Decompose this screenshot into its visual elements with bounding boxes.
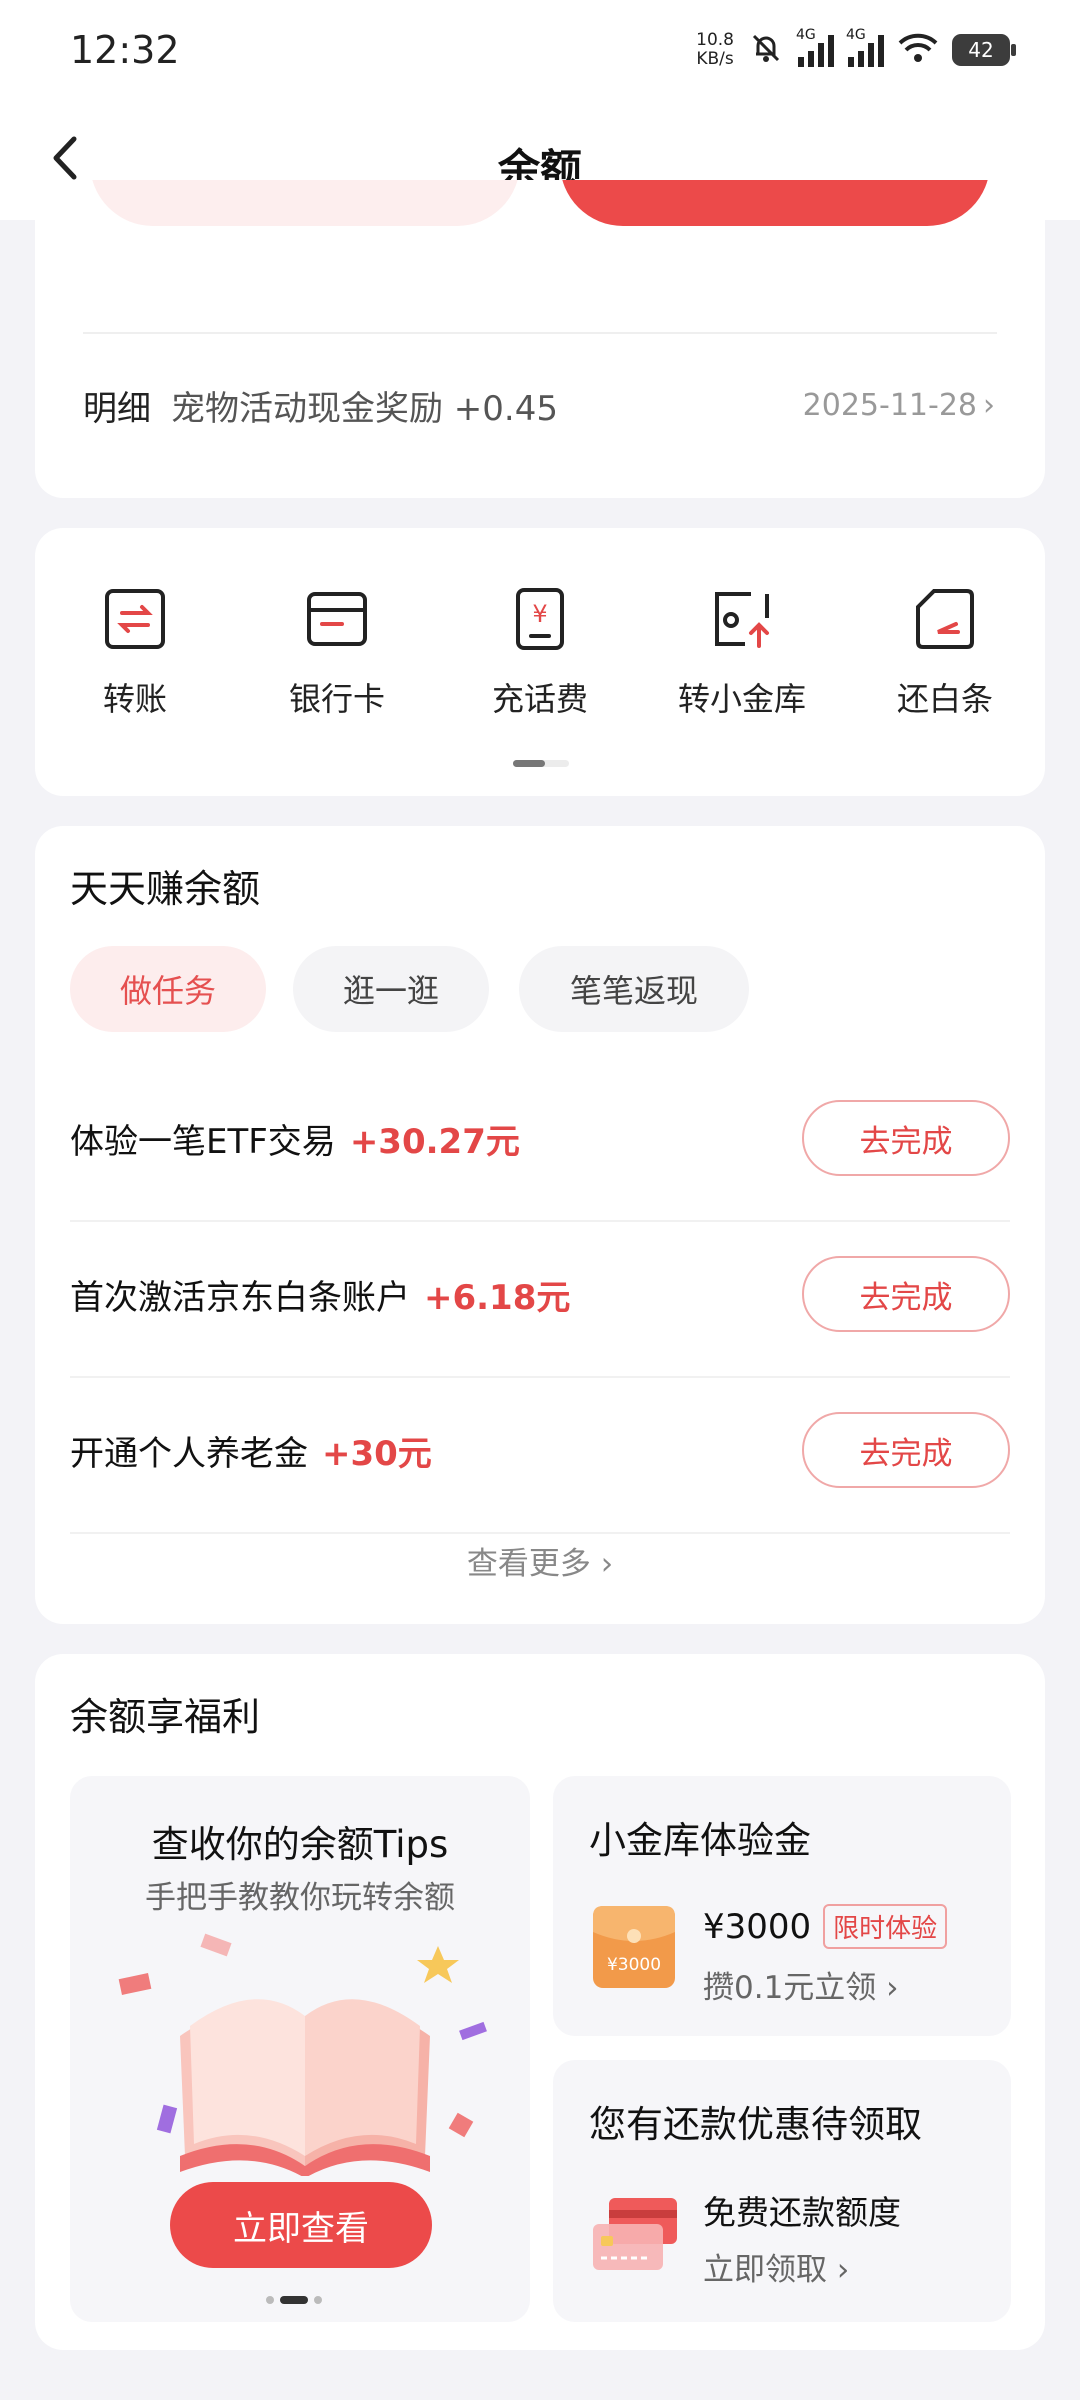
task-title: 首次激活京东白条账户 bbox=[70, 1278, 410, 1318]
network-speed-value: 10.8 bbox=[696, 30, 734, 50]
see-more-link[interactable]: 查看更多 › bbox=[35, 1538, 1045, 1583]
quick-action-label: 还白条 bbox=[896, 680, 993, 718]
task-name: 首次激活京东白条账户 +6.18元 bbox=[70, 1270, 570, 1319]
repay-title: 您有还款优惠待领取 bbox=[589, 2103, 922, 2146]
task-reward: +30.27元 bbox=[349, 1122, 520, 1162]
battery-level: 42 bbox=[968, 38, 994, 62]
repay-claim-text: 立即领取 bbox=[703, 2252, 827, 2288]
primary-action-button[interactable] bbox=[560, 180, 990, 226]
quick-action-bank-card[interactable]: 银行卡 bbox=[237, 588, 437, 720]
chevron-right-icon: › bbox=[886, 1970, 899, 2006]
status-bar: 12:32 10.8 KB/s 4G 4G 42 bbox=[0, 0, 1080, 100]
repay-coupon-card[interactable]: 您有还款优惠待领取 免费还款额度 立即领取 › bbox=[553, 2060, 1011, 2322]
vault-transfer-icon bbox=[715, 592, 769, 648]
detail-label: 明细 bbox=[83, 388, 151, 429]
phone-recharge-icon: ¥ bbox=[516, 588, 564, 650]
svg-text:¥: ¥ bbox=[532, 600, 547, 628]
transfer-icon bbox=[105, 589, 165, 649]
view-now-button[interactable]: 立即查看 bbox=[170, 2182, 432, 2268]
quick-action-repay[interactable]: 还白条 bbox=[845, 588, 1045, 720]
carousel-indicator bbox=[266, 2296, 322, 2304]
repay-line1: 免费还款额度 bbox=[703, 2193, 901, 2232]
mute-bell-icon bbox=[748, 30, 784, 70]
network-speed: 10.8 KB/s bbox=[696, 31, 734, 69]
tab-browse[interactable]: 逛一逛 bbox=[293, 946, 489, 1032]
tab-cashback[interactable]: 笔笔返现 bbox=[519, 946, 749, 1032]
signal-type-2: 4G bbox=[846, 27, 866, 43]
vault-sub-text: 攒0.1元立领 bbox=[703, 1970, 877, 2006]
status-time: 12:32 bbox=[70, 28, 180, 72]
page-indicator bbox=[513, 760, 569, 767]
vault-title: 小金库体验金 bbox=[589, 1819, 811, 1862]
tips-title: 查收你的余额Tips bbox=[151, 1823, 449, 1866]
chevron-right-icon: › bbox=[983, 387, 995, 423]
chevron-right-icon: › bbox=[836, 2252, 850, 2288]
bank-card-icon bbox=[307, 592, 367, 646]
section-title: 天天赚余额 bbox=[70, 867, 261, 911]
book-illustration bbox=[118, 1933, 487, 2176]
signal-strength-icon-2: 4G bbox=[846, 27, 884, 67]
detail-row[interactable]: 明细 宠物活动现金奖励 +0.45 2025-11-28 › bbox=[83, 380, 995, 430]
network-speed-unit: KB/s bbox=[696, 49, 734, 69]
secondary-action-button[interactable] bbox=[90, 180, 520, 226]
repay-claim: 立即领取 › bbox=[703, 2244, 849, 2289]
balance-card: 明细 宠物活动现金奖励 +0.45 2025-11-28 › bbox=[35, 180, 1045, 498]
quick-action-phone-recharge[interactable]: ¥ 充话费 bbox=[440, 588, 640, 720]
tab-tasks[interactable]: 做任务 bbox=[70, 946, 266, 1032]
battery-icon: 42 bbox=[952, 34, 1016, 66]
benefits-section: 余额享福利 查收你的余额Tips 手把手教教你玩转余额 立即查看 小金库体验金 … bbox=[35, 1654, 1045, 2350]
wifi-icon bbox=[898, 32, 938, 68]
limited-badge: 限时体验 bbox=[823, 1904, 948, 1949]
see-more-label: 查看更多 bbox=[466, 1546, 591, 1582]
vault-sub: 攒0.1元立领 › bbox=[703, 1962, 899, 2007]
detail-date: 2025-11-28 bbox=[802, 387, 977, 423]
signal-strength-icon: 4G bbox=[796, 27, 834, 67]
task-complete-button[interactable]: 去完成 bbox=[802, 1256, 1010, 1332]
task-reward: +30元 bbox=[322, 1434, 432, 1474]
task-name: 体验一笔ETF交易 +30.27元 bbox=[70, 1114, 520, 1163]
vault-amount: ¥3000 bbox=[703, 1906, 812, 1947]
chevron-right-icon: › bbox=[600, 1546, 614, 1582]
tips-subtitle: 手把手教教你玩转余额 bbox=[145, 1880, 455, 1916]
task-title: 体验一笔ETF交易 bbox=[70, 1122, 336, 1162]
task-row: 首次激活京东白条账户 +6.18元 去完成 bbox=[70, 1222, 1010, 1378]
quick-action-label: 充话费 bbox=[491, 680, 588, 718]
task-row: 开通个人养老金 +30元 去完成 bbox=[70, 1378, 1010, 1534]
signal-type-1: 4G bbox=[796, 27, 816, 43]
quick-actions: 转账 银行卡 ¥ 充话费 转小金库 还白条 bbox=[35, 528, 1045, 796]
task-name: 开通个人养老金 +30元 bbox=[70, 1426, 432, 1475]
divider bbox=[83, 332, 997, 334]
task-title: 开通个人养老金 bbox=[70, 1434, 308, 1474]
vault-trial-card[interactable]: 小金库体验金 ¥3000 ¥3000 限时体验 攒0.1元立领 › bbox=[553, 1776, 1011, 2036]
red-envelope-icon: ¥3000 bbox=[593, 1906, 675, 1988]
task-reward: +6.18元 bbox=[424, 1278, 571, 1318]
vault-amount-row: ¥3000 限时体验 bbox=[703, 1904, 948, 1949]
tips-card[interactable]: 查收你的余额Tips 手把手教教你玩转余额 立即查看 bbox=[70, 1776, 530, 2322]
earn-section: 天天赚余额 做任务 逛一逛 笔笔返现 体验一笔ETF交易 +30.27元 去完成 … bbox=[35, 826, 1045, 1624]
quick-action-transfer[interactable]: 转账 bbox=[35, 588, 235, 720]
task-complete-button[interactable]: 去完成 bbox=[802, 1100, 1010, 1176]
detail-text: 宠物活动现金奖励 +0.45 bbox=[171, 388, 558, 429]
section-title: 余额享福利 bbox=[70, 1695, 261, 1739]
status-icons: 10.8 KB/s 4G 4G 42 bbox=[696, 22, 1016, 78]
quick-action-label: 转账 bbox=[102, 680, 167, 718]
quick-action-label: 转小金库 bbox=[677, 680, 806, 718]
task-row: 体验一笔ETF交易 +30.27元 去完成 bbox=[70, 1066, 1010, 1222]
credit-card-icon bbox=[593, 2198, 677, 2270]
task-complete-button[interactable]: 去完成 bbox=[802, 1412, 1010, 1488]
repay-icon bbox=[916, 589, 974, 649]
quick-action-label: 银行卡 bbox=[288, 680, 385, 718]
envelope-amount: ¥3000 bbox=[607, 1955, 661, 1975]
quick-action-vault-transfer[interactable]: 转小金库 bbox=[642, 588, 842, 720]
